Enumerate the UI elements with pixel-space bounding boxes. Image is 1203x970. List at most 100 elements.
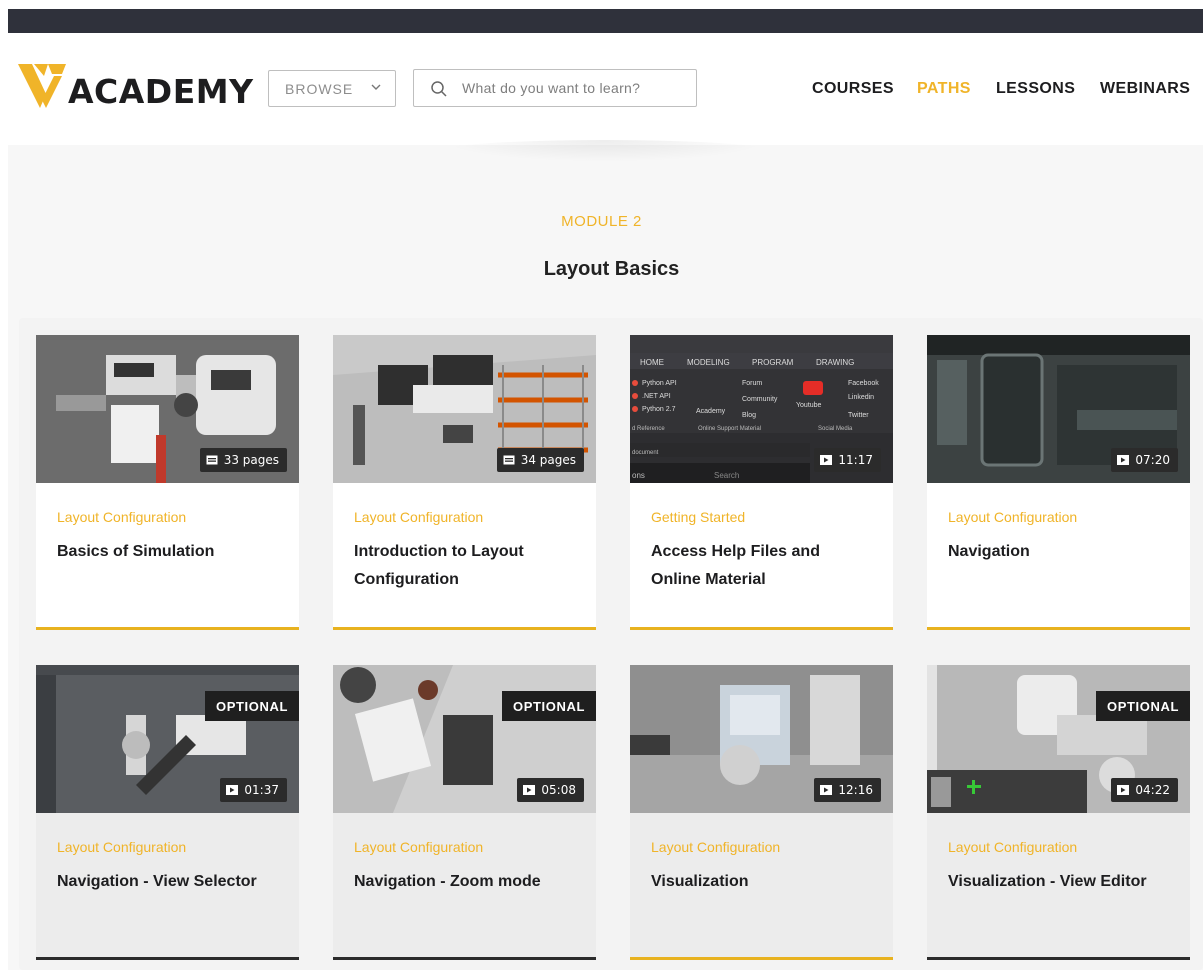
nav-webinars[interactable]: WEBINARS	[1100, 80, 1190, 98]
lesson-card[interactable]: OPTIONAL 05:08 Layout Configuration Navi…	[333, 665, 596, 960]
card-bottom-bar	[36, 957, 299, 960]
card-bottom-bar	[927, 627, 1190, 630]
menu-tab: HOME	[640, 358, 664, 367]
menu-item: Forum	[742, 380, 762, 387]
card-category: Layout Configuration	[57, 839, 187, 855]
card-title[interactable]: Visualization	[651, 868, 871, 896]
card-bottom-bar	[630, 957, 893, 960]
duration-badge: 12:16	[814, 778, 881, 802]
menu-search: Search	[714, 471, 739, 480]
optional-badge: OPTIONAL	[205, 691, 299, 721]
duration-badge: 11:17	[814, 448, 881, 472]
logo-text: ACADEMY	[68, 72, 254, 111]
card-bottom-bar	[333, 627, 596, 630]
pdf-icon	[206, 455, 218, 465]
card-title[interactable]: Access Help Files and Online Material	[651, 538, 871, 594]
browse-dropdown[interactable]: BROWSE	[268, 70, 396, 107]
lesson-thumbnail: 33 pages	[36, 335, 299, 483]
duration-badge: 01:37	[220, 778, 287, 802]
menu-group: d Reference	[632, 426, 665, 432]
lesson-thumbnail: OPTIONAL 04:22	[927, 665, 1190, 813]
duration-badge: 05:08	[517, 778, 584, 802]
lesson-card[interactable]: 34 pages Layout Configuration Introducti…	[333, 335, 596, 630]
search-icon	[431, 81, 447, 97]
lesson-thumbnail: 12:16	[630, 665, 893, 813]
top-dark-bar	[8, 9, 1203, 33]
menu-tab: MODELING	[687, 358, 730, 367]
menu-item: Twitter	[848, 412, 869, 419]
menu-group: Online Support Material	[698, 426, 761, 432]
module-title: Layout Basics	[543, 258, 680, 280]
logo-mark-icon	[18, 64, 66, 108]
card-category: Layout Configuration	[651, 839, 781, 855]
duration-badge: 04:22	[1111, 778, 1178, 802]
menu-tab: DRAWING	[816, 358, 854, 367]
lesson-thumbnail: 07:20	[927, 335, 1190, 483]
badge-text: 01:37	[244, 783, 279, 797]
duration-badge: 33 pages	[199, 448, 287, 472]
nav-paths[interactable]: PATHS	[917, 80, 971, 98]
badge-text: 04:22	[1135, 783, 1170, 797]
nav-courses[interactable]: COURSES	[812, 80, 894, 98]
video-icon	[523, 785, 536, 795]
menu-doc: document	[632, 450, 659, 456]
card-category: Layout Configuration	[948, 839, 1078, 855]
card-category: Layout Configuration	[948, 509, 1078, 525]
academy-logo[interactable]: ACADEMY	[18, 64, 253, 114]
lesson-card[interactable]: 12:16 Layout Configuration Visualization	[630, 665, 893, 960]
optional-badge: OPTIONAL	[502, 691, 596, 721]
menu-item: Youtube	[796, 402, 822, 409]
menu-item: Community	[742, 396, 778, 403]
card-title[interactable]: Introduction to Layout Configuration	[354, 538, 574, 594]
lesson-card[interactable]: OPTIONAL 01:37 Layout Configuration Navi…	[36, 665, 299, 960]
badge-text: 07:20	[1135, 453, 1170, 467]
card-category: Layout Configuration	[354, 839, 484, 855]
browse-label: BROWSE	[285, 80, 354, 97]
badge-text: 11:17	[838, 453, 873, 467]
video-icon	[1117, 785, 1130, 795]
menu-item: Academy	[696, 408, 726, 415]
card-title[interactable]: Visualization - View Editor	[948, 868, 1168, 896]
menu-item: Blog	[742, 412, 756, 419]
chevron-down-icon	[371, 84, 381, 90]
duration-badge: 07:20	[1111, 448, 1178, 472]
lesson-thumbnail: HOME MODELING PROGRAM DRAWING Python API…	[630, 335, 893, 483]
card-title[interactable]: Navigation	[948, 538, 1168, 566]
optional-badge: OPTIONAL	[1096, 691, 1190, 721]
card-bottom-bar	[333, 957, 596, 960]
lesson-card[interactable]: 07:20 Layout Configuration Navigation	[927, 335, 1190, 630]
menu-tab: PROGRAM	[752, 358, 794, 367]
video-icon	[820, 785, 833, 795]
lesson-thumbnail: OPTIONAL 05:08	[333, 665, 596, 813]
video-icon	[1117, 455, 1130, 465]
card-category: Layout Configuration	[354, 509, 484, 525]
pdf-icon	[503, 455, 515, 465]
badge-text: 05:08	[541, 783, 576, 797]
menu-item: Facebook	[848, 380, 879, 387]
lesson-card[interactable]: HOME MODELING PROGRAM DRAWING Python API…	[630, 335, 893, 630]
card-bottom-bar	[927, 957, 1190, 960]
menu-tab-fragment: ons	[632, 471, 645, 480]
card-bottom-bar	[630, 627, 893, 630]
duration-badge: 34 pages	[496, 448, 584, 472]
lesson-card[interactable]: OPTIONAL 04:22 Layout Configuration Visu…	[927, 665, 1190, 960]
card-title[interactable]: Basics of Simulation	[57, 538, 277, 566]
card-category: Getting Started	[651, 509, 746, 525]
lesson-thumbnail: OPTIONAL 01:37	[36, 665, 299, 813]
nav-lessons[interactable]: LESSONS	[996, 80, 1075, 98]
header-shadow	[440, 140, 770, 162]
badge-text: 12:16	[838, 783, 873, 797]
card-title[interactable]: Navigation - View Selector	[57, 868, 277, 896]
search-input[interactable]: What do you want to learn?	[413, 69, 697, 107]
module-label: MODULE 2	[561, 213, 642, 230]
menu-item: Python API	[642, 380, 677, 387]
menu-item: Linkedin	[848, 394, 874, 401]
card-title[interactable]: Navigation - Zoom mode	[354, 868, 574, 896]
lesson-card[interactable]: 33 pages Layout Configuration Basics of …	[36, 335, 299, 630]
video-icon	[226, 785, 239, 795]
card-bottom-bar	[36, 627, 299, 630]
card-category: Layout Configuration	[57, 509, 187, 525]
lesson-thumbnail: 34 pages	[333, 335, 596, 483]
badge-text: 33 pages	[223, 453, 279, 467]
menu-group: Social Media	[818, 426, 853, 432]
